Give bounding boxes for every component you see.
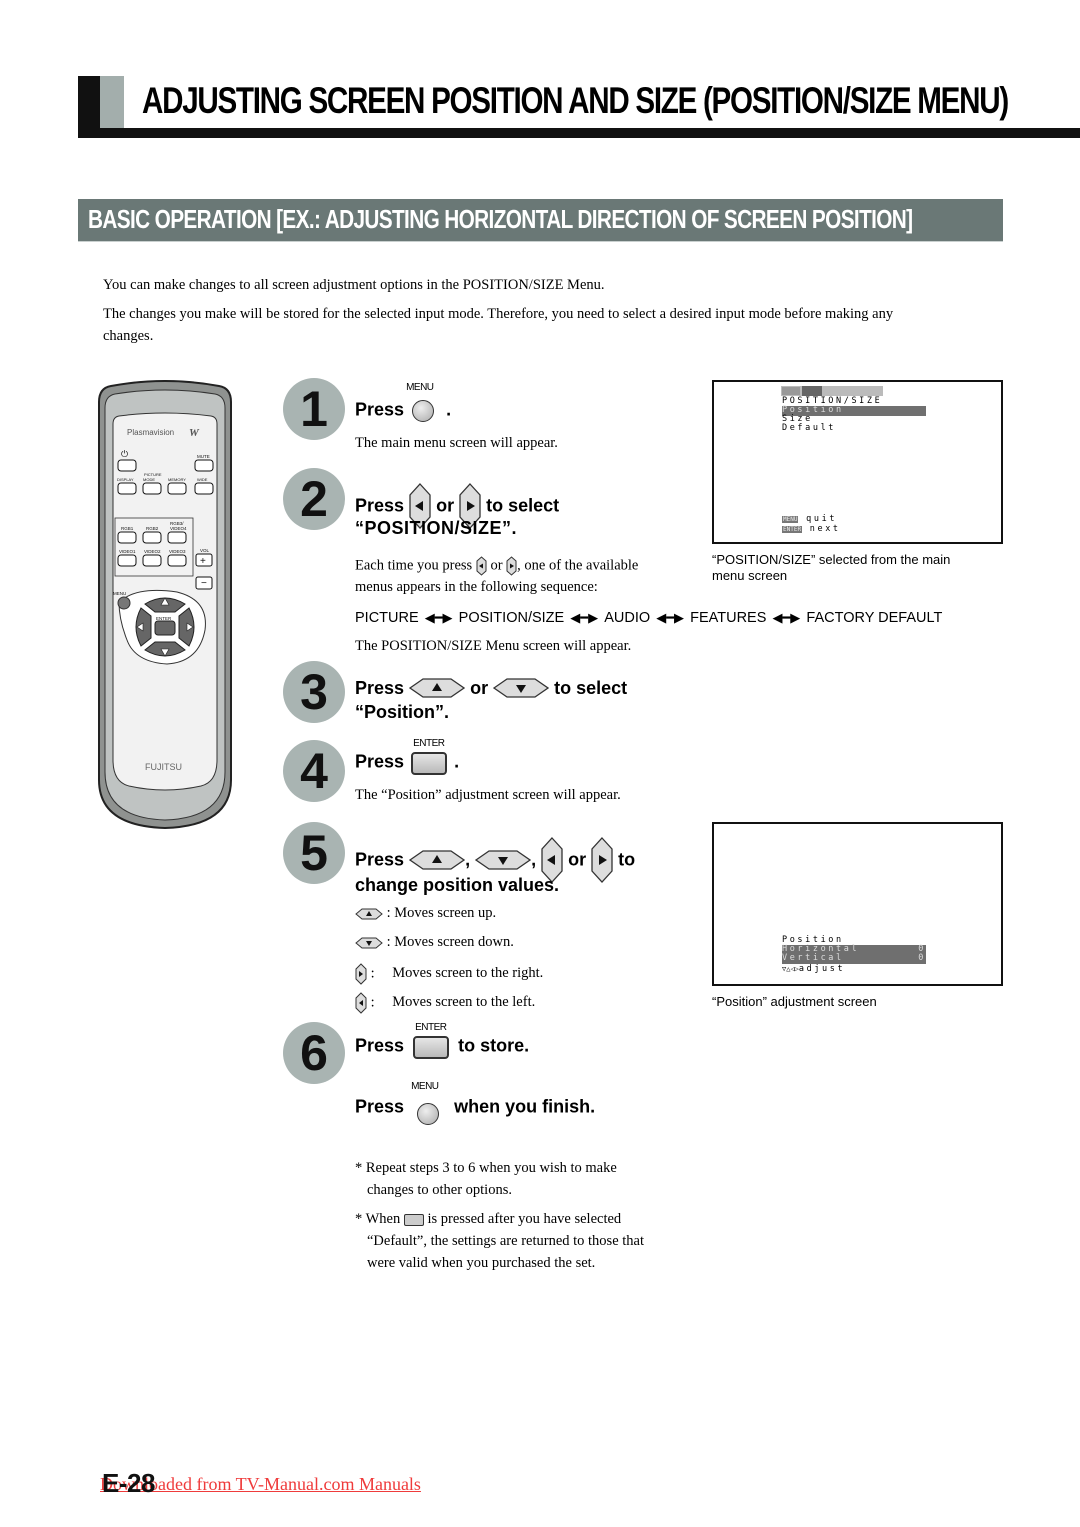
screen1-caption: “POSITION/SIZE” selected from the main xyxy=(712,552,951,567)
svg-text:⏻: ⏻ xyxy=(121,449,128,459)
svg-text:VOL: VOL xyxy=(200,548,210,553)
remote-control-illustration: Plasmavision W ⏻ MUTE PICTURE DISPLAY MO… xyxy=(98,380,232,830)
svg-text:−: − xyxy=(201,578,207,589)
sequence-item: FACTORY DEFAULT xyxy=(806,610,943,626)
sequence-item: AUDIO xyxy=(604,610,651,626)
left-button-icon xyxy=(476,556,487,576)
bidirectional-arrow-icon: ◀━▶ xyxy=(570,610,599,625)
menu-button-icon xyxy=(417,1103,440,1125)
svg-text:MEMORY: MEMORY xyxy=(168,477,186,482)
section-title: BASIC OPERATION [EX.: ADJUSTING HORIZONT… xyxy=(88,204,913,234)
legend-down: : Moves screen down. xyxy=(355,934,514,951)
legend-right: : Moves screen to the right. xyxy=(355,963,543,985)
remote-maker: FUJITSU xyxy=(145,762,182,772)
sequence-item: FEATURES xyxy=(690,610,767,626)
header-rule xyxy=(78,128,1080,138)
right-button-icon xyxy=(591,837,613,883)
svg-text:VIDEO1: VIDEO1 xyxy=(119,549,136,554)
bidirectional-arrow-icon: ◀━▶ xyxy=(656,610,685,625)
bidirectional-arrow-icon: ◀━▶ xyxy=(424,610,453,625)
step-3-badge: 3 xyxy=(283,661,345,723)
osd-menu-screen: POSITION/SIZE Position Size Default MENU… xyxy=(712,380,1003,544)
note-1-cont: changes to other options. xyxy=(367,1182,512,1198)
screen2-caption: “Position” adjustment screen xyxy=(712,994,877,1009)
enter-button-icon xyxy=(403,1213,424,1226)
right-button-icon xyxy=(506,556,517,576)
page-number: E-28 xyxy=(102,1468,155,1498)
step-3-target: “Position”. xyxy=(355,702,449,722)
svg-text:MODE: MODE xyxy=(143,477,155,482)
intro-paragraph-2-cont: changes. xyxy=(103,328,154,344)
menu-button-icon xyxy=(412,400,435,422)
step-1-description: The main menu screen will appear. xyxy=(355,435,558,451)
intro-paragraph-2: The changes you make will be stored for … xyxy=(103,306,894,322)
remote-brand: Plasmavision xyxy=(127,428,174,437)
step-4-heading: Press ENTER . xyxy=(355,738,459,775)
svg-text:MENU: MENU xyxy=(113,591,126,596)
down-button-icon xyxy=(493,678,550,698)
up-button-icon xyxy=(409,678,466,698)
legend-left: : Moves screen to the left. xyxy=(355,992,535,1014)
step-5-heading-cont: change position values. xyxy=(355,875,560,895)
note-2: * When is pressed after you have selecte… xyxy=(355,1211,622,1227)
step-4-description: The “Position” adjustment screen will ap… xyxy=(355,787,621,803)
down-button-icon xyxy=(355,937,383,949)
step-6-badge: 6 xyxy=(283,1022,345,1084)
svg-text:RGB2: RGB2 xyxy=(146,526,159,531)
osd-footer-next: ENTER next xyxy=(782,524,841,534)
svg-text:WIDE: WIDE xyxy=(197,477,208,482)
svg-text:RGB1: RGB1 xyxy=(121,526,134,531)
osd-row-vertical: Vertical 0 xyxy=(782,953,926,964)
svg-text:DISPLAY: DISPLAY xyxy=(117,477,134,482)
step-2-badge: 2 xyxy=(283,468,345,530)
osd-menu-icon-tabs xyxy=(781,386,883,396)
osd-menu-item: Default xyxy=(782,423,837,433)
right-button-icon xyxy=(355,963,367,985)
note-1: * Repeat steps 3 to 6 when you wish to m… xyxy=(355,1160,617,1176)
step-2-result: The POSITION/SIZE Menu screen will appea… xyxy=(355,638,632,654)
step-2-description-cont: menus appears in the following sequence: xyxy=(355,579,598,595)
enter-button-icon xyxy=(413,1036,450,1059)
header-accent-grey xyxy=(100,76,124,130)
svg-text:MUTE: MUTE xyxy=(197,454,210,459)
step-5-badge: 5 xyxy=(283,822,345,884)
step-6-heading-2: Press MENU when you finish. xyxy=(355,1081,595,1125)
arrow-keys-icon: ▽△◁▷ xyxy=(782,965,799,973)
menu-sequence: PICTURE ◀━▶ POSITION/SIZE ◀━▶ AUDIO ◀━▶ FEATUR… xyxy=(355,610,942,626)
svg-text:W: W xyxy=(189,427,200,439)
svg-text:VIDEO3: VIDEO3 xyxy=(169,549,186,554)
sequence-item: POSITION/SIZE xyxy=(458,610,565,626)
down-button-icon xyxy=(475,850,532,870)
step-1-heading: Press MENU . xyxy=(355,382,451,422)
enter-button-icon xyxy=(411,752,448,775)
note-2-cont: “Default”, the settings are returned to … xyxy=(367,1233,645,1249)
step-1-badge: 1 xyxy=(283,378,345,440)
step-2-description: Each time you press or , one of the avai… xyxy=(355,556,638,576)
svg-text:VIDEO2: VIDEO2 xyxy=(144,549,161,554)
page-title: ADJUSTING SCREEN POSITION AND SIZE (POSI… xyxy=(142,80,1009,121)
up-button-icon xyxy=(355,908,383,920)
left-button-icon xyxy=(355,992,367,1014)
svg-text:ENTER: ENTER xyxy=(156,616,172,621)
intro-paragraph-1: You can make changes to all screen adjus… xyxy=(103,277,605,293)
svg-text:+: + xyxy=(200,556,206,567)
step-6-heading: Press ENTER to store. xyxy=(355,1022,529,1059)
svg-text:VIDEO4: VIDEO4 xyxy=(170,526,187,531)
note-2-cont-2: were valid when you purchased the set. xyxy=(367,1255,596,1271)
up-button-icon xyxy=(409,850,466,870)
screen1-caption-cont: menu screen xyxy=(712,568,788,583)
legend-up: : Moves screen up. xyxy=(355,905,496,922)
osd-position-screen: Position Horizontal 0 Vertical 0 ▽△◁▷adj… xyxy=(712,822,1003,986)
step-2-target: “POSITION/SIZE”. xyxy=(355,518,518,538)
step-4-badge: 4 xyxy=(283,740,345,802)
osd-adjust-hint: ▽△◁▷adjust xyxy=(782,964,846,974)
step-3-heading: Press or to select xyxy=(355,677,628,698)
bidirectional-arrow-icon: ◀━▶ xyxy=(772,610,801,625)
sequence-item: PICTURE xyxy=(355,610,419,626)
